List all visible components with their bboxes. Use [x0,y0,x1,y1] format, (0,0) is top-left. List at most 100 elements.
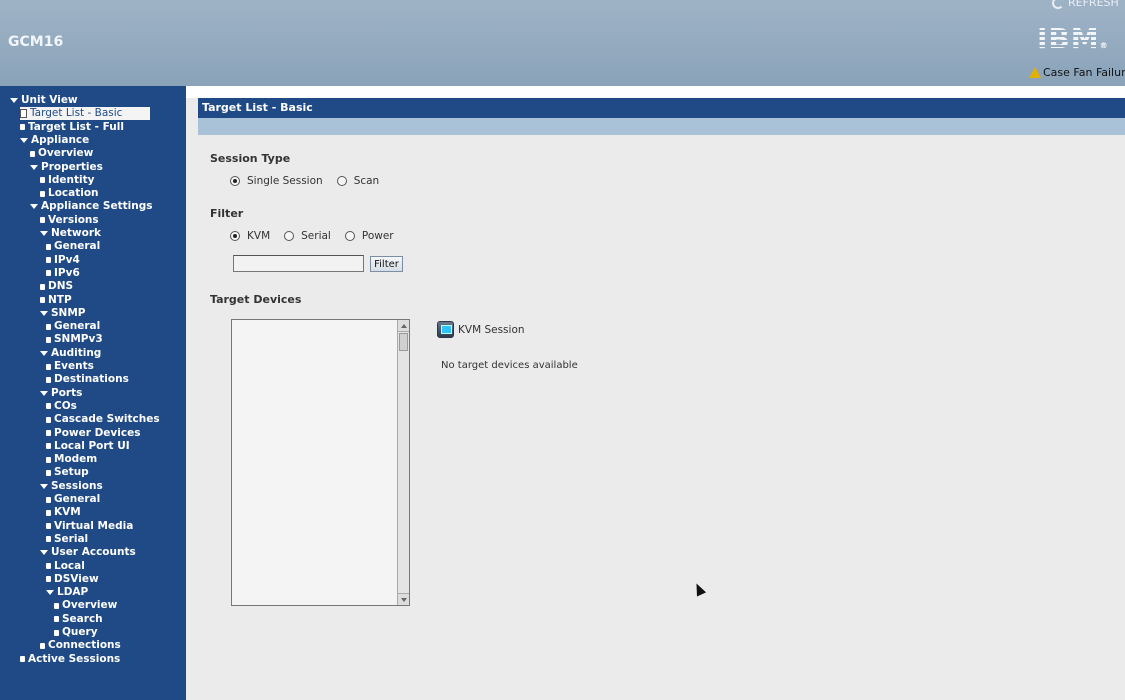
sidebar-item-appliance[interactable]: Appliance [20,134,89,147]
sidebar-item-ports[interactable]: Ports [40,387,82,400]
sidebar-item-label: Target List - Basic [30,107,123,120]
sidebar-item-snmpv3[interactable]: SNMPv3 [46,333,103,346]
single-session-label[interactable]: Single Session [247,175,323,187]
sidebar-item-label: Sessions [51,479,103,492]
sidebar-item-ldap[interactable]: LDAP [46,586,88,599]
sidebar-item-overview[interactable]: Overview [54,599,117,612]
sidebar-item-location[interactable]: Location [40,187,99,200]
sidebar-item-identity[interactable]: Identity [40,174,95,187]
sidebar-item-local-port-ui[interactable]: Local Port UI [46,440,130,453]
warning-icon [1029,67,1041,78]
session-type-group: Single Session Scan [230,175,393,187]
sidebar-item-active-sessions[interactable]: Active Sessions [20,653,120,666]
sidebar-item-setup[interactable]: Setup [46,466,89,479]
sidebar-item-power-devices[interactable]: Power Devices [46,427,140,440]
leaf-bullet-icon [46,243,51,250]
kvm-label[interactable]: KVM [247,230,270,242]
power-radio[interactable] [344,231,355,241]
leaf-bullet-icon [46,416,51,423]
sidebar-item-destinations[interactable]: Destinations [46,373,129,386]
sidebar-item-label: Properties [41,160,103,173]
sidebar-item-label: Events [54,360,94,372]
sidebar-item-virtual-media[interactable]: Virtual Media [46,520,133,533]
sidebar-item-connections[interactable]: Connections [40,639,121,652]
kvm-session-button[interactable]: KVM Session [437,321,525,338]
sidebar-item-overview[interactable]: Overview [30,147,93,160]
sidebar-item-snmp[interactable]: SNMP [40,307,86,320]
refresh-button[interactable]: REFRESH [1052,0,1119,9]
sidebar-item-ntp[interactable]: NTP [40,294,72,307]
filter-button[interactable]: Filter [370,256,403,272]
sidebar-item-label: Versions [48,213,99,226]
ibm-logo: IBM® [1037,22,1109,55]
alert-status[interactable]: Case Fan Failure [1029,66,1125,79]
expand-arrow-icon [40,310,48,316]
sidebar-item-cos[interactable]: COs [46,400,77,413]
filter-type-group: KVM Serial Power [230,230,408,242]
sidebar-item-dns[interactable]: DNS [40,280,73,293]
expand-arrow-icon [20,137,28,143]
expand-arrow-icon [40,483,48,489]
scroll-up-arrow-icon[interactable] [398,320,409,332]
sidebar-item-auditing[interactable]: Auditing [40,347,101,360]
sidebar-item-serial[interactable]: Serial [46,533,88,546]
sidebar-item-label: IPv6 [54,266,80,279]
sidebar-item-properties[interactable]: Properties [30,161,103,174]
filter-input[interactable] [233,255,364,272]
sidebar-item-network[interactable]: Network [40,227,101,240]
sidebar-item-target-list-basic[interactable]: Target List - Basic [20,107,151,121]
sidebar-item-label: SNMP [51,306,86,319]
sidebar-item-kvm[interactable]: KVM [46,506,81,519]
sidebar-item-label: KVM [54,506,81,519]
sidebar-item-local[interactable]: Local [46,560,85,573]
leaf-bullet-icon [46,257,51,264]
scan-radio[interactable] [336,176,347,186]
sidebar-item-ipv4[interactable]: IPv4 [46,254,80,267]
sidebar-item-sessions[interactable]: Sessions [40,480,103,493]
leaf-bullet-icon [46,523,51,530]
single-session-radio[interactable] [230,176,240,186]
leaf-bullet-icon [46,363,51,370]
kvm-radio[interactable] [230,231,240,241]
devices-scrollbar[interactable] [397,320,409,605]
page-title: Target List - Basic [198,98,1125,118]
sidebar-item-general[interactable]: General [46,240,100,253]
serial-radio[interactable] [284,231,295,241]
sidebar-item-general[interactable]: General [46,493,100,506]
leaf-bullet-icon [40,190,45,197]
expand-arrow-icon [40,231,48,236]
sidebar-item-label: Network [51,227,102,239]
sidebar-item-query[interactable]: Query [54,626,98,639]
sidebar-item-search[interactable]: Search [54,613,103,626]
sidebar-item-dsview[interactable]: DSView [46,573,99,586]
scroll-down-arrow-icon[interactable] [398,593,409,605]
power-label[interactable]: Power [362,230,394,242]
sidebar-item-unit-view[interactable]: Unit View [10,94,78,107]
sidebar-item-ipv6[interactable]: IPv6 [46,267,80,280]
sidebar-item-target-list-full[interactable]: Target List - Full [20,121,124,134]
sidebar-item-label: Unit View [21,94,78,106]
leaf-bullet-icon [46,403,51,410]
leaf-bullet-icon [46,443,51,450]
leaf-bullet-icon [54,616,59,623]
scan-label[interactable]: Scan [354,175,380,187]
scroll-thumb[interactable] [399,333,408,351]
leaf-bullet-icon [46,376,51,383]
serial-label[interactable]: Serial [301,230,331,242]
leaf-bullet-icon [46,536,51,543]
expand-arrow-icon [30,164,38,170]
sidebar-item-appliance-settings[interactable]: Appliance Settings [30,200,152,213]
target-devices-label: Target Devices [210,293,302,306]
sidebar-item-versions[interactable]: Versions [40,214,99,227]
sidebar-item-label: Target List - Full [28,120,124,133]
target-devices-list[interactable] [231,319,410,606]
sidebar-item-label: Location [48,187,99,200]
sidebar-item-modem[interactable]: Modem [46,453,97,466]
leaf-bullet-icon [40,642,45,649]
sidebar-item-events[interactable]: Events [46,360,94,373]
sidebar-item-general[interactable]: General [46,320,100,333]
sidebar-item-cascade-switches[interactable]: Cascade Switches [46,413,160,426]
sidebar-item-user-accounts[interactable]: User Accounts [40,546,136,559]
expand-arrow-icon [40,350,48,356]
leaf-bullet-icon [30,150,35,157]
